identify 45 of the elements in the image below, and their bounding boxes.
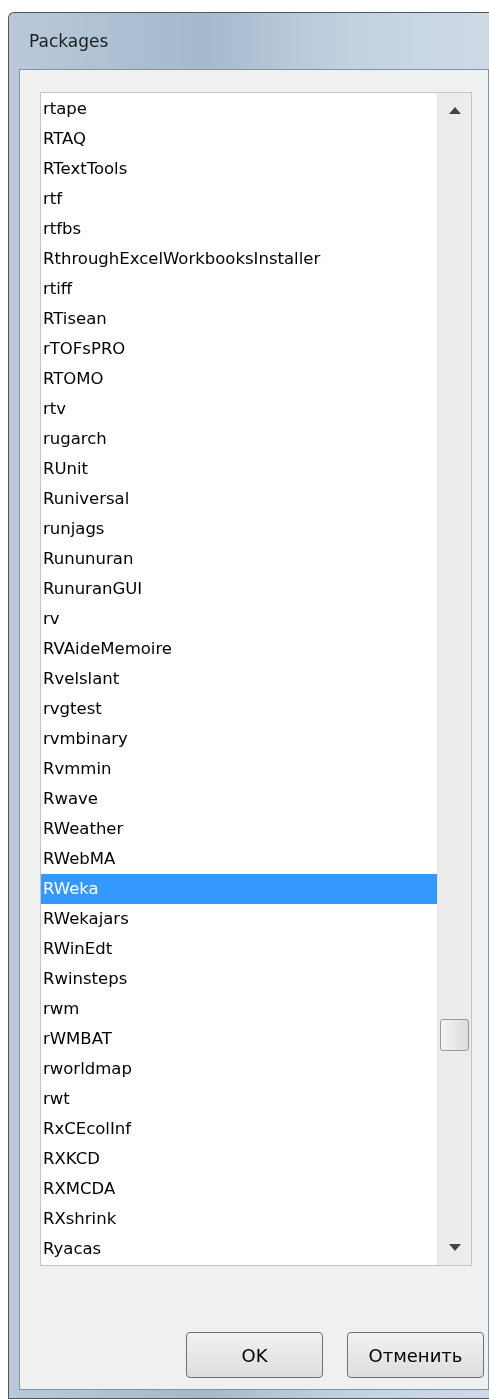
scroll-down-icon[interactable]: [448, 1244, 461, 1251]
list-item[interactable]: rtf: [41, 184, 437, 214]
list-item[interactable]: rwm: [41, 994, 437, 1024]
list-item[interactable]: rworldmap: [41, 1054, 437, 1084]
list-item[interactable]: rTOFsPRO: [41, 334, 437, 364]
list-item[interactable]: Ryacas: [41, 1234, 437, 1264]
list-item[interactable]: RVAideMemoire: [41, 634, 437, 664]
list-item[interactable]: RunuranGUI: [41, 574, 437, 604]
list-item[interactable]: rwt: [41, 1084, 437, 1114]
list-item[interactable]: rtv: [41, 394, 437, 424]
list-item[interactable]: rtfbs: [41, 214, 437, 244]
list-item[interactable]: RUnit: [41, 454, 437, 484]
list-item[interactable]: RWeather: [41, 814, 437, 844]
scroll-up-icon[interactable]: [448, 107, 461, 114]
list-item[interactable]: Rvelslant: [41, 664, 437, 694]
scroll-thumb[interactable]: [440, 1019, 469, 1051]
list-item[interactable]: runjags: [41, 514, 437, 544]
list-item[interactable]: RxCEcolInf: [41, 1114, 437, 1144]
list-item[interactable]: rtiff: [41, 274, 437, 304]
list-item[interactable]: Rwinsteps: [41, 964, 437, 994]
list-item[interactable]: rv: [41, 604, 437, 634]
list-item[interactable]: RTAQ: [41, 124, 437, 154]
list-item[interactable]: Rununuran: [41, 544, 437, 574]
list-item[interactable]: rvgtest: [41, 694, 437, 724]
list-item[interactable]: RXshrink: [41, 1204, 437, 1234]
list-item[interactable]: RXMCDA: [41, 1174, 437, 1204]
list-item[interactable]: Rvmmin: [41, 754, 437, 784]
list-item[interactable]: RthroughExcelWorkbooksInstaller: [41, 244, 437, 274]
list-item[interactable]: RWebMA: [41, 844, 437, 874]
list-item[interactable]: rvmbinary: [41, 724, 437, 754]
window-title: Packages: [28, 30, 110, 53]
list-item[interactable]: RXKCD: [41, 1144, 437, 1174]
list-item[interactable]: rtape: [41, 94, 437, 124]
list-item[interactable]: RTisean: [41, 304, 437, 334]
list-item[interactable]: RWekajars: [41, 904, 437, 934]
list-item[interactable]: RTOMO: [41, 364, 437, 394]
list-item[interactable]: rugarch: [41, 424, 437, 454]
list-item[interactable]: Runiversal: [41, 484, 437, 514]
dialog-button[interactable]: Отменить: [347, 1332, 484, 1378]
list-item[interactable]: Rwave: [41, 784, 437, 814]
list-item[interactable]: RWinEdt: [41, 934, 437, 964]
scrollbar[interactable]: [437, 93, 471, 1265]
list-item[interactable]: rWMBAT: [41, 1024, 437, 1054]
dialog-button[interactable]: OK: [186, 1332, 323, 1378]
list-item[interactable]: RTextTools: [41, 154, 437, 184]
